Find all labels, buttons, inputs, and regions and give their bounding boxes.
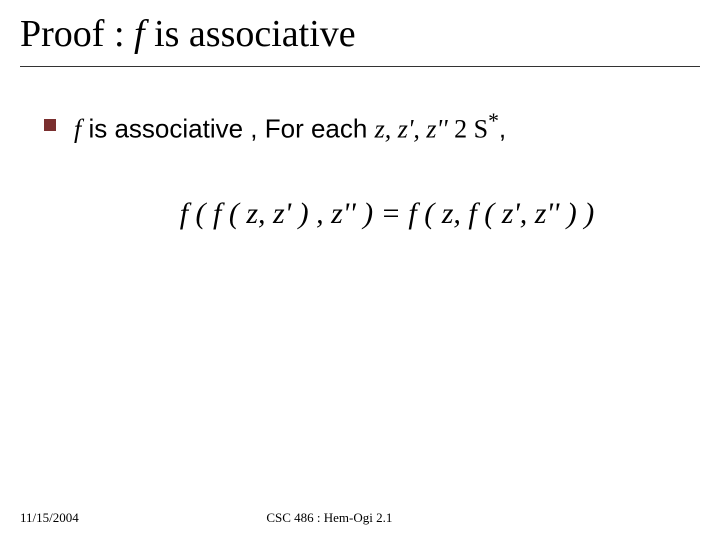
- bullet-comma: ,: [499, 114, 506, 144]
- bullet-sigma: S: [474, 115, 488, 144]
- title-suffix: is associative: [145, 13, 356, 55]
- slide-body: f is associative , For each z, z', z'' 2…: [20, 107, 700, 231]
- footer: 11/15/2004 CSC 486 : Hem-Ogi 2.1: [0, 510, 720, 526]
- bullet-in: 2: [454, 115, 474, 144]
- title-prefix: Proof :: [20, 13, 134, 55]
- slide: Proof : f is associative f is associativ…: [0, 0, 720, 540]
- bullet-icon: [44, 119, 56, 131]
- bullet-text: f is associative , For each z, z', z'' 2…: [74, 107, 690, 147]
- bullet-item: f is associative , For each z, z', z'' 2…: [44, 107, 690, 147]
- bullet-text1: is associative , For each: [81, 114, 374, 144]
- equation: f ( f ( z, z' ) , z'' ) = f ( z, f ( z',…: [44, 197, 690, 231]
- footer-ref: CSC 486 : Hem-Ogi 2.1: [79, 510, 700, 526]
- bullet-vars: z, z', z'': [375, 115, 455, 144]
- title-f: f: [134, 13, 145, 55]
- slide-title: Proof : f is associative: [20, 12, 700, 67]
- bullet-star: *: [488, 109, 499, 133]
- footer-date: 11/15/2004: [20, 510, 79, 526]
